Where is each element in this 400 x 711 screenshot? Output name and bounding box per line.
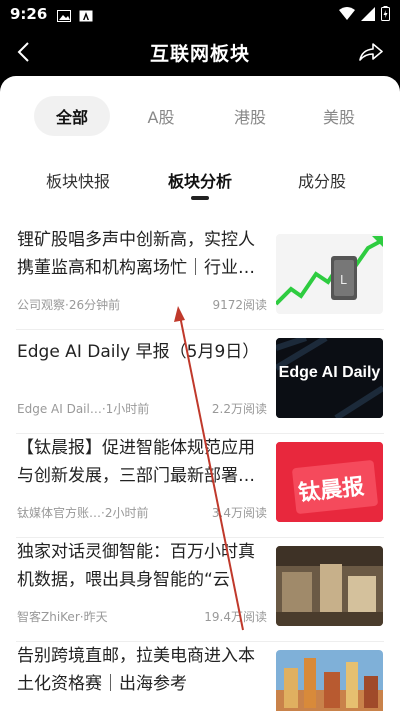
signal-icon: [361, 6, 375, 25]
app-notification-icon: [79, 8, 93, 22]
news-title: 独家对话灵御智能：百万小时真机数据，喂出具身智能的“云端…: [17, 542, 255, 590]
tab-constituent-stocks[interactable]: 成分股: [272, 168, 372, 192]
share-button[interactable]: [356, 38, 386, 66]
status-bar: 9:26: [0, 0, 400, 28]
news-meta: 钛媒体官方账…·2小时前 3.4万阅读: [17, 504, 267, 521]
tab-hk-shares[interactable]: 港股: [212, 96, 288, 136]
market-tabs: 全部 A股 港股 美股: [0, 96, 400, 138]
news-thumbnail: [276, 546, 383, 626]
news-source: 钛媒体官方账…·2小时前: [17, 506, 149, 520]
news-item[interactable]: 锂矿股唱多声中创新高，实控人携董监高和机构离场忙｜行业… 公司观察·26分钟前 …: [0, 226, 400, 330]
share-icon: [359, 43, 383, 61]
status-icons: [339, 6, 390, 25]
status-time: 9:26: [10, 5, 48, 23]
thumbnail-text: 钛晨报: [297, 474, 366, 507]
news-title: 【钛晨报】促进智能体规范应用与创新发展，三部门最新部署…: [17, 438, 255, 486]
news-thumbnail: 钛晨报: [276, 442, 383, 522]
news-title: 锂矿股唱多声中创新高，实控人携董监高和机构离场忙｜行业…: [17, 230, 255, 278]
battery-icon: [381, 6, 390, 25]
news-reads: 9172阅读: [212, 298, 267, 312]
active-tab-indicator: [191, 196, 209, 200]
content-sheet: 全部 A股 港股 美股 板块快报 板块分析 成分股 锂矿股唱多声中创新高，实控人…: [0, 76, 400, 711]
back-button[interactable]: [10, 38, 38, 66]
tab-all[interactable]: 全部: [34, 96, 110, 136]
news-item[interactable]: 独家对话灵御智能：百万小时真机数据，喂出具身智能的“云端… 智客ZhiKer·昨…: [0, 538, 400, 642]
tab-us-shares[interactable]: 美股: [301, 96, 377, 136]
tab-a-shares[interactable]: A股: [123, 96, 199, 136]
navigation-header: 互联网板块: [0, 28, 400, 76]
news-meta: 智客ZhiKer·昨天 19.4万阅读: [17, 608, 267, 625]
news-item[interactable]: 【钛晨报】促进智能体规范应用与创新发展，三部门最新部署… 钛媒体官方账…·2小时…: [0, 434, 400, 538]
svg-text:L: L: [340, 273, 347, 287]
tab-sector-news[interactable]: 板块快报: [28, 168, 128, 192]
news-item[interactable]: 告别跨境直邮，拉美电商进入本土化资格赛｜出海参考: [0, 642, 400, 711]
news-item[interactable]: Edge AI Daily 早报（5月9日） Edge AI Dail…·1小时…: [0, 330, 400, 434]
sub-tabs: 板块快报 板块分析 成分股: [0, 168, 400, 208]
tab-sector-analysis[interactable]: 板块分析: [150, 168, 250, 192]
news-meta: 公司观察·26分钟前 9172阅读: [17, 296, 267, 313]
page-title: 互联网板块: [149, 42, 250, 65]
news-reads: 19.4万阅读: [204, 610, 267, 624]
news-source: 智客ZhiKer·昨天: [17, 610, 108, 624]
news-source: 公司观察·26分钟前: [17, 298, 121, 312]
news-reads: 2.2万阅读: [211, 402, 267, 416]
thumbnail-text: Edge AI Daily: [278, 364, 381, 381]
wifi-icon: [339, 6, 355, 25]
gallery-icon: [57, 8, 72, 22]
news-source: Edge AI Dail…·1小时前: [17, 402, 150, 416]
news-title: Edge AI Daily 早报（5月9日）: [17, 342, 260, 362]
news-thumbnail: [276, 650, 383, 711]
news-title: 告别跨境直邮，拉美电商进入本土化资格赛｜出海参考: [17, 646, 255, 694]
news-thumbnail: Edge AI Daily: [276, 338, 383, 418]
news-thumbnail: L: [276, 234, 383, 314]
back-arrow-icon: [17, 42, 29, 62]
news-reads: 3.4万阅读: [211, 506, 267, 520]
news-meta: Edge AI Dail…·1小时前 2.2万阅读: [17, 400, 267, 417]
